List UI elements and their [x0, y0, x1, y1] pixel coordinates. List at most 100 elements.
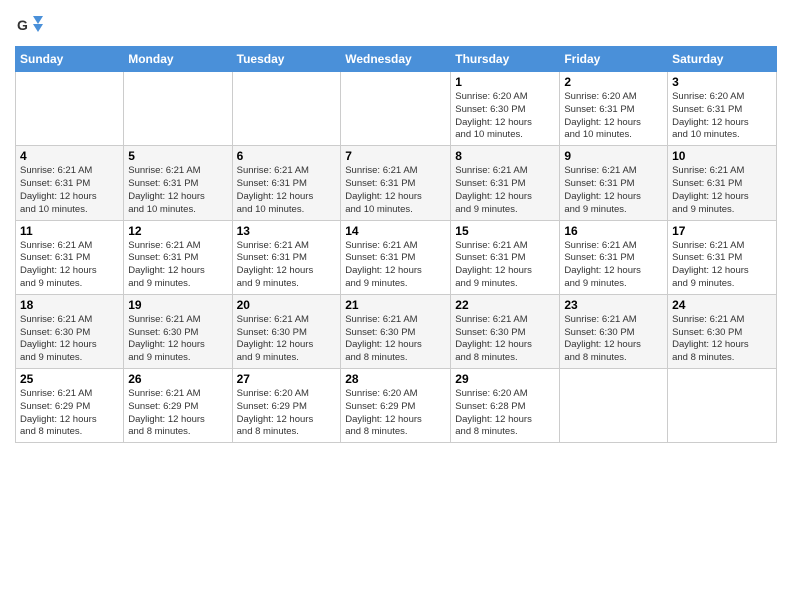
calendar-cell: 25 Sunrise: 6:21 AM Sunset: 6:29 PM Dayli…: [16, 369, 124, 443]
calendar-cell: [341, 72, 451, 146]
calendar-week-row: 1 Sunrise: 6:20 AM Sunset: 6:30 PM Daylig…: [16, 72, 777, 146]
calendar-cell: 9 Sunrise: 6:21 AM Sunset: 6:31 PM Daylig…: [560, 146, 668, 220]
calendar-cell: 27 Sunrise: 6:20 AM Sunset: 6:29 PM Dayli…: [232, 369, 341, 443]
day-info: Sunrise: 6:21 AM Sunset: 6:31 PM Dayligh…: [455, 165, 555, 216]
calendar-day-header: Thursday: [451, 47, 560, 72]
calendar-cell: 24 Sunrise: 6:21 AM Sunset: 6:30 PM Dayli…: [668, 294, 777, 368]
calendar-day-header: Saturday: [668, 47, 777, 72]
day-info: Sunrise: 6:21 AM Sunset: 6:31 PM Dayligh…: [237, 240, 337, 291]
calendar-cell: 15Sunrise: 6:21 AM Sunset: 6:31 PM Dayli…: [451, 220, 560, 294]
day-number: 19: [128, 298, 227, 312]
day-number: 1: [455, 75, 555, 89]
day-info: Sunrise: 6:21 AM Sunset: 6:31 PM Dayligh…: [345, 165, 446, 216]
day-info: Sunrise: 6:21 AM Sunset: 6:31 PM Dayligh…: [20, 240, 119, 291]
day-info: Sunrise: 6:21 AM Sunset: 6:29 PM Dayligh…: [128, 388, 227, 439]
calendar-cell: 26Sunrise: 6:21 AM Sunset: 6:29 PM Dayli…: [124, 369, 232, 443]
calendar-cell: 18 Sunrise: 6:21 AM Sunset: 6:30 PM Dayli…: [16, 294, 124, 368]
calendar-cell: 20 Sunrise: 6:21 AM Sunset: 6:30 PM Dayli…: [232, 294, 341, 368]
calendar-day-header: Friday: [560, 47, 668, 72]
day-number: 8: [455, 149, 555, 163]
day-info: Sunrise: 6:21 AM Sunset: 6:31 PM Dayligh…: [564, 240, 663, 291]
day-info: Sunrise: 6:21 AM Sunset: 6:30 PM Dayligh…: [672, 314, 772, 365]
day-number: 6: [237, 149, 337, 163]
day-info: Sunrise: 6:20 AM Sunset: 6:31 PM Dayligh…: [564, 91, 663, 142]
calendar-cell: 19Sunrise: 6:21 AM Sunset: 6:30 PM Dayli…: [124, 294, 232, 368]
day-info: Sunrise: 6:21 AM Sunset: 6:30 PM Dayligh…: [345, 314, 446, 365]
day-number: 4: [20, 149, 119, 163]
day-info: Sunrise: 6:21 AM Sunset: 6:31 PM Dayligh…: [564, 165, 663, 216]
day-number: 7: [345, 149, 446, 163]
calendar-cell: 23 Sunrise: 6:21 AM Sunset: 6:30 PM Dayli…: [560, 294, 668, 368]
calendar-cell: [124, 72, 232, 146]
day-number: 10: [672, 149, 772, 163]
calendar-week-row: 25 Sunrise: 6:21 AM Sunset: 6:29 PM Dayli…: [16, 369, 777, 443]
calendar-cell: 16Sunrise: 6:21 AM Sunset: 6:31 PM Dayli…: [560, 220, 668, 294]
day-info: Sunrise: 6:20 AM Sunset: 6:29 PM Dayligh…: [345, 388, 446, 439]
calendar-cell: [16, 72, 124, 146]
calendar-cell: 28 Sunrise: 6:20 AM Sunset: 6:29 PM Dayli…: [341, 369, 451, 443]
svg-text:G: G: [17, 17, 28, 33]
page-header: G: [15, 10, 777, 38]
day-number: 18: [20, 298, 119, 312]
day-info: Sunrise: 6:21 AM Sunset: 6:30 PM Dayligh…: [20, 314, 119, 365]
day-number: 17: [672, 224, 772, 238]
day-number: 23: [564, 298, 663, 312]
calendar-cell: 5 Sunrise: 6:21 AM Sunset: 6:31 PM Daylig…: [124, 146, 232, 220]
day-number: 20: [237, 298, 337, 312]
day-number: 21: [345, 298, 446, 312]
day-number: 27: [237, 372, 337, 386]
day-number: 3: [672, 75, 772, 89]
day-number: 12: [128, 224, 227, 238]
calendar-cell: 7 Sunrise: 6:21 AM Sunset: 6:31 PM Daylig…: [341, 146, 451, 220]
calendar-cell: [668, 369, 777, 443]
day-info: Sunrise: 6:20 AM Sunset: 6:30 PM Dayligh…: [455, 91, 555, 142]
day-info: Sunrise: 6:21 AM Sunset: 6:31 PM Dayligh…: [345, 240, 446, 291]
day-info: Sunrise: 6:21 AM Sunset: 6:31 PM Dayligh…: [672, 240, 772, 291]
day-number: 25: [20, 372, 119, 386]
day-number: 11: [20, 224, 119, 238]
calendar-day-header: Monday: [124, 47, 232, 72]
calendar-cell: 8 Sunrise: 6:21 AM Sunset: 6:31 PM Daylig…: [451, 146, 560, 220]
day-number: 9: [564, 149, 663, 163]
day-info: Sunrise: 6:21 AM Sunset: 6:31 PM Dayligh…: [237, 165, 337, 216]
logo-icon: G: [15, 10, 43, 38]
calendar-cell: 1 Sunrise: 6:20 AM Sunset: 6:30 PM Daylig…: [451, 72, 560, 146]
calendar-cell: [232, 72, 341, 146]
day-info: Sunrise: 6:20 AM Sunset: 6:29 PM Dayligh…: [237, 388, 337, 439]
day-info: Sunrise: 6:20 AM Sunset: 6:28 PM Dayligh…: [455, 388, 555, 439]
day-number: 5: [128, 149, 227, 163]
calendar-cell: 13 Sunrise: 6:21 AM Sunset: 6:31 PM Dayli…: [232, 220, 341, 294]
day-info: Sunrise: 6:21 AM Sunset: 6:29 PM Dayligh…: [20, 388, 119, 439]
calendar-day-header: Wednesday: [341, 47, 451, 72]
calendar-header-row: SundayMondayTuesdayWednesdayThursdayFrid…: [16, 47, 777, 72]
calendar-cell: 10Sunrise: 6:21 AM Sunset: 6:31 PM Dayli…: [668, 146, 777, 220]
calendar-cell: 11 Sunrise: 6:21 AM Sunset: 6:31 PM Dayli…: [16, 220, 124, 294]
day-info: Sunrise: 6:21 AM Sunset: 6:31 PM Dayligh…: [128, 240, 227, 291]
calendar-week-row: 11 Sunrise: 6:21 AM Sunset: 6:31 PM Dayli…: [16, 220, 777, 294]
day-info: Sunrise: 6:21 AM Sunset: 6:30 PM Dayligh…: [564, 314, 663, 365]
calendar-cell: 4 Sunrise: 6:21 AM Sunset: 6:31 PM Daylig…: [16, 146, 124, 220]
day-info: Sunrise: 6:21 AM Sunset: 6:30 PM Dayligh…: [455, 314, 555, 365]
calendar-week-row: 4 Sunrise: 6:21 AM Sunset: 6:31 PM Daylig…: [16, 146, 777, 220]
calendar-cell: 2 Sunrise: 6:20 AM Sunset: 6:31 PM Daylig…: [560, 72, 668, 146]
calendar-table: SundayMondayTuesdayWednesdayThursdayFrid…: [15, 46, 777, 443]
logo: G: [15, 10, 47, 38]
day-number: 13: [237, 224, 337, 238]
day-number: 22: [455, 298, 555, 312]
calendar-cell: [560, 369, 668, 443]
day-info: Sunrise: 6:21 AM Sunset: 6:31 PM Dayligh…: [128, 165, 227, 216]
day-info: Sunrise: 6:21 AM Sunset: 6:30 PM Dayligh…: [237, 314, 337, 365]
calendar-cell: 14Sunrise: 6:21 AM Sunset: 6:31 PM Dayli…: [341, 220, 451, 294]
day-number: 24: [672, 298, 772, 312]
calendar-cell: 29Sunrise: 6:20 AM Sunset: 6:28 PM Dayli…: [451, 369, 560, 443]
calendar-cell: 21 Sunrise: 6:21 AM Sunset: 6:30 PM Dayli…: [341, 294, 451, 368]
day-info: Sunrise: 6:21 AM Sunset: 6:31 PM Dayligh…: [455, 240, 555, 291]
calendar-cell: 22 Sunrise: 6:21 AM Sunset: 6:30 PM Dayli…: [451, 294, 560, 368]
calendar-week-row: 18 Sunrise: 6:21 AM Sunset: 6:30 PM Dayli…: [16, 294, 777, 368]
day-number: 28: [345, 372, 446, 386]
day-info: Sunrise: 6:21 AM Sunset: 6:31 PM Dayligh…: [20, 165, 119, 216]
calendar-cell: 12 Sunrise: 6:21 AM Sunset: 6:31 PM Dayli…: [124, 220, 232, 294]
calendar-cell: 6 Sunrise: 6:21 AM Sunset: 6:31 PM Daylig…: [232, 146, 341, 220]
day-number: 2: [564, 75, 663, 89]
calendar-cell: 3Sunrise: 6:20 AM Sunset: 6:31 PM Daylig…: [668, 72, 777, 146]
